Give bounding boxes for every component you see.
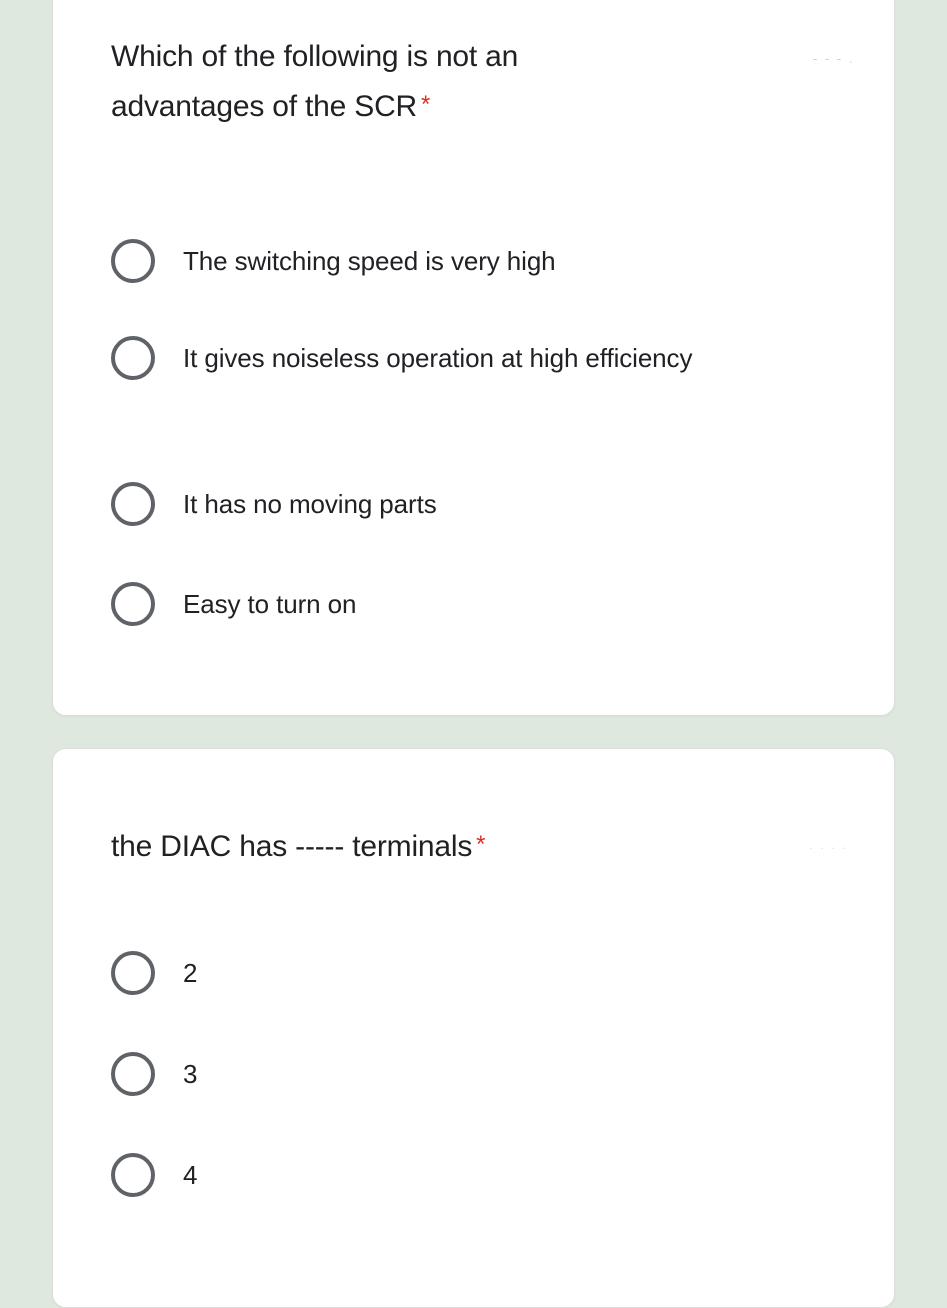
question-2-ghost-artifact: . . . . [809,837,849,852]
question-1-option-3[interactable]: It has no moving parts [111,482,854,526]
option-label: Easy to turn on [183,589,357,619]
question-1-title: Which of the following is not an advanta… [111,33,671,131]
question-1-option-2[interactable]: It gives noiseless operation at high eff… [111,336,854,380]
radio-button-icon[interactable] [111,336,155,380]
option-label: It gives noiseless operation at high eff… [183,343,693,373]
question-card-1: Which of the following is not an advanta… [52,0,895,716]
radio-button-icon[interactable] [111,1153,155,1197]
question-2-option-1[interactable]: 2 [111,951,854,995]
radio-button-icon[interactable] [111,482,155,526]
radio-button-icon[interactable] [111,1052,155,1096]
question-1-required-marker: * [421,91,431,118]
option-label: The switching speed is very high [183,246,556,276]
option-label: 2 [183,958,198,988]
form-page: Which of the following is not an advanta… [0,0,947,1308]
option-label: 4 [183,1160,198,1190]
question-2-option-2[interactable]: 3 [111,1052,854,1096]
option-label: 3 [183,1059,198,1089]
question-card-2: the DIAC has ----- terminals * . . . . 2 … [52,748,895,1308]
question-2-required-marker: * [476,831,486,858]
radio-button-icon[interactable] [111,239,155,283]
question-1-option-1[interactable]: The switching speed is very high [111,239,854,283]
option-label: It has no moving parts [183,489,437,519]
radio-button-icon[interactable] [111,582,155,626]
question-2-option-3[interactable]: 4 [111,1153,854,1197]
question-1-option-4[interactable]: Easy to turn on [111,582,854,626]
question-2-title-text: the DIAC has ----- terminals [111,830,473,863]
radio-button-icon[interactable] [111,951,155,995]
question-1-ghost-artifact: - - - . [813,51,855,66]
question-2-title: the DIAC has ----- terminals * [111,821,485,871]
question-1-title-text: Which of the following is not an advanta… [111,40,527,123]
